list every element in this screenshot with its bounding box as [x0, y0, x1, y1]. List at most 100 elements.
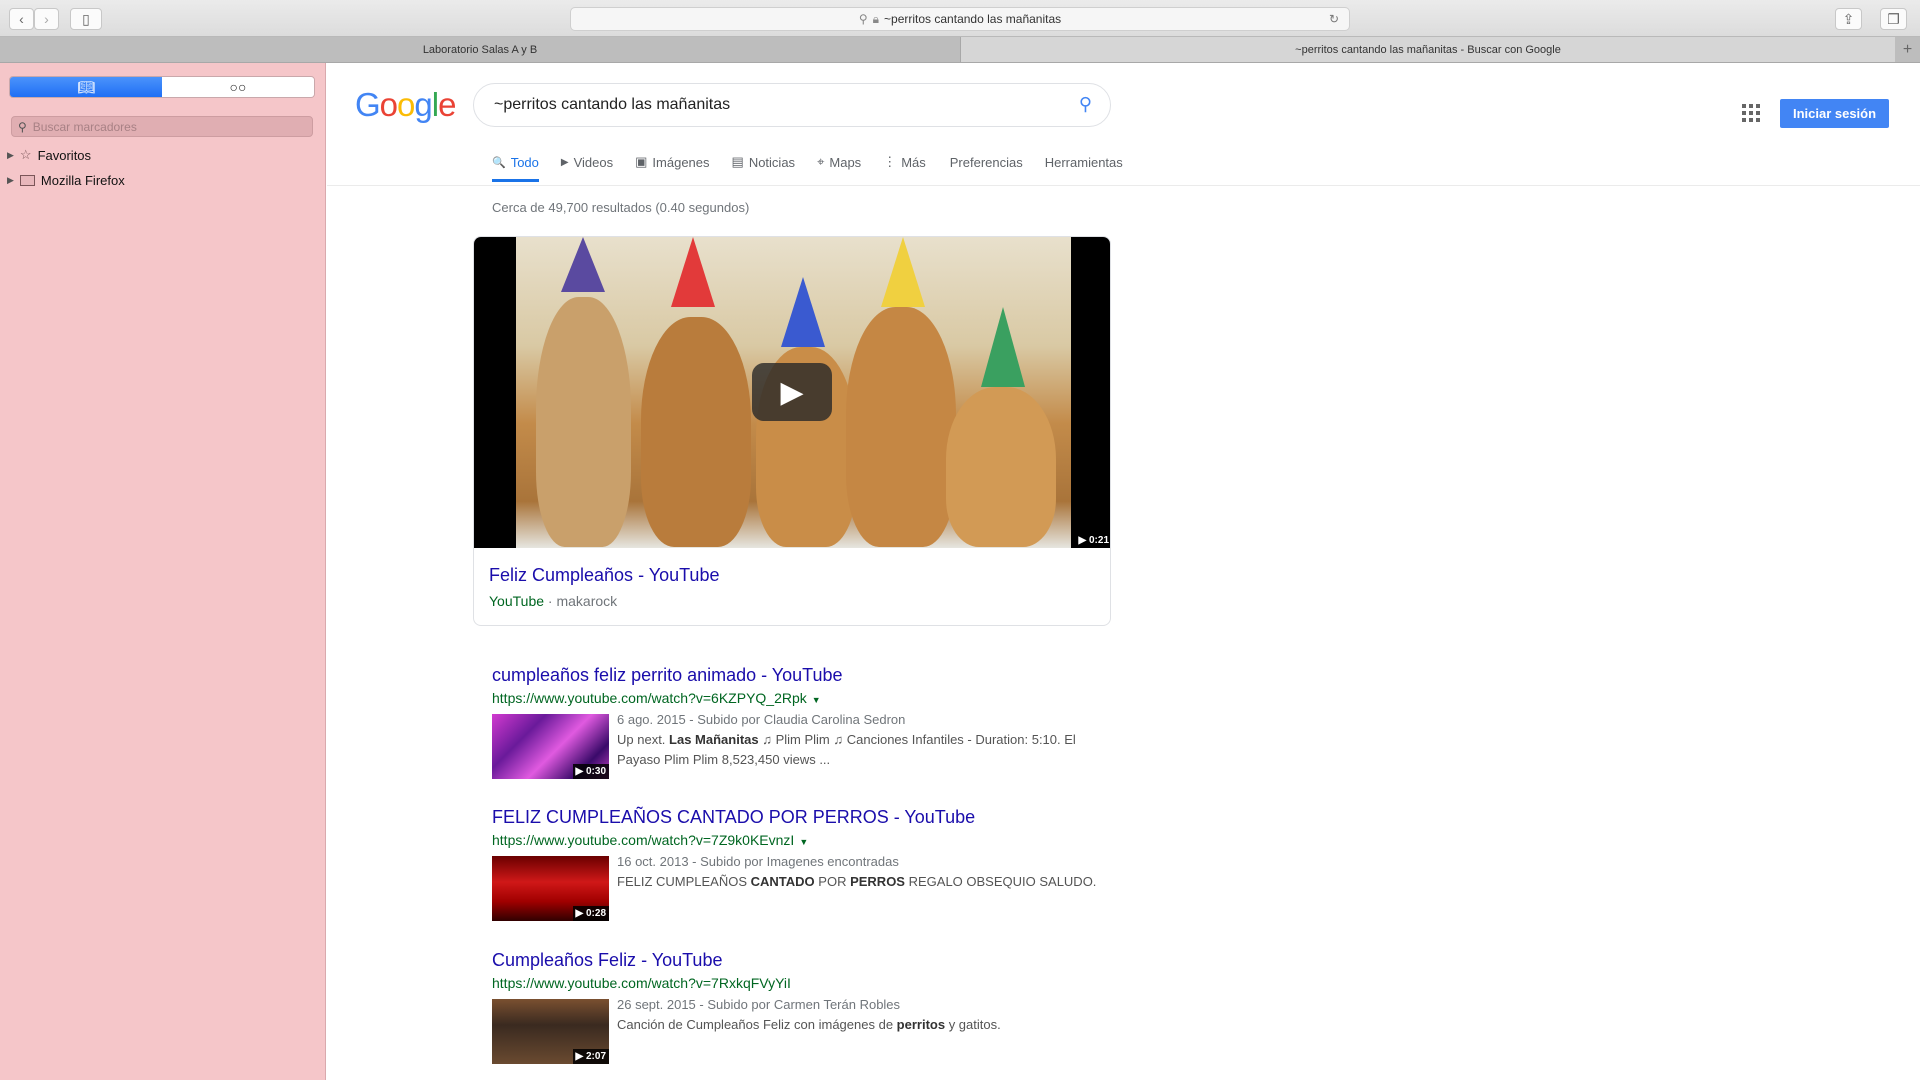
result-url: https://www.youtube.com/watch?v=7Z9k0KEv… — [492, 830, 1112, 852]
bookmarks-search-input[interactable]: ⚲ Buscar marcadores — [11, 116, 313, 137]
result-date: 26 sept. 2015 - Subido por Carmen Terán … — [617, 997, 901, 1012]
result-title[interactable]: Cumpleaños Feliz - YouTube — [492, 949, 1112, 971]
dropdown-caret-icon[interactable]: ▼ — [812, 695, 821, 705]
tab-label: Videos — [573, 154, 614, 170]
search-placeholder: Buscar marcadores — [32, 119, 137, 134]
tab-noticias[interactable]: ▤ Noticias — [732, 152, 796, 182]
search-icon: ⚲ — [858, 12, 868, 26]
divider — [327, 185, 1920, 186]
snippet-text: y gatitos. — [945, 1017, 1001, 1032]
disclosure-triangle-icon[interactable]: ▶ — [7, 175, 14, 186]
snippet-text: perritos — [896, 1017, 946, 1032]
snippet-text: REGALO OBSEQUIO SALUDO. — [904, 874, 1097, 889]
video-icon: ▶ — [560, 156, 569, 168]
sign-in-button[interactable]: Iniciar sesión — [1780, 99, 1889, 128]
result-title[interactable]: FELIZ CUMPLEAÑOS CANTADO POR PERROS - Yo… — [492, 806, 1112, 828]
tab-label: Herramientas — [1044, 154, 1123, 170]
reload-icon[interactable]: ↻ — [1329, 12, 1339, 26]
reading-list-tab-icon[interactable]: ○○ — [162, 77, 314, 97]
result-snippet: 6 ago. 2015 - Subido por Claudia Carolin… — [617, 710, 1112, 779]
video-card-title[interactable]: Feliz Cumpleaños - YouTube — [489, 565, 719, 586]
tab-label: Maps — [829, 154, 862, 170]
bookmark-folder-mozilla-firefox[interactable]: ▶ Mozilla Firefox — [7, 173, 125, 188]
snippet-text: Las Mañanitas — [669, 732, 759, 747]
tab-label: Imágenes — [652, 154, 710, 170]
video-duration: ▶ 0:30 — [572, 764, 609, 779]
address-bar[interactable]: ⚲ 🔒︎ ~perritos cantando las mañanitas ↻ — [570, 7, 1350, 31]
video-result-card[interactable]: ▶ ▶ 0:21 Feliz Cumpleaños - YouTube YouT… — [473, 236, 1111, 626]
tab-label: Más — [901, 154, 926, 170]
forward-button[interactable]: › — [34, 8, 59, 30]
snippet-text: FELIZ CUMPLEAÑOS — [617, 874, 751, 889]
url-text: https://www.youtube.com/watch?v=7Z9k0KEv… — [492, 832, 795, 848]
tab-label: ~perritos cantando las mañanitas - Busca… — [1295, 43, 1561, 56]
result-date: 16 oct. 2013 - Subido por Imagenes encon… — [617, 854, 899, 869]
result-url: https://www.youtube.com/watch?v=7RxkqFVy… — [492, 973, 1112, 995]
result-snippet: 16 oct. 2013 - Subido por Imagenes encon… — [617, 852, 1096, 921]
google-logo[interactable]: Google — [355, 86, 456, 124]
video-duration: ▶ 0:28 — [572, 906, 609, 921]
snippet-text: PERROS — [850, 874, 905, 889]
tab-bar: Laboratorio Salas A y B ~perritos cantan… — [0, 37, 1920, 63]
result-snippet: 26 sept. 2015 - Subido por Carmen Terán … — [617, 995, 1001, 1064]
search-icon: ⚲ — [18, 119, 27, 134]
url-text: https://www.youtube.com/watch?v=6KZPYQ_2… — [492, 690, 807, 706]
tab-herramientas[interactable]: Herramientas — [1045, 152, 1123, 182]
tab-maps[interactable]: ⌖ Maps — [817, 152, 861, 182]
bookmark-label: Favoritos — [37, 147, 92, 163]
snippet-text: POR — [814, 874, 851, 889]
video-duration: ▶ 2:07 — [572, 1049, 609, 1064]
search-tabs: 🔍 Todo ▶ Videos ▣ Imágenes ▤ Noticias ⌖ Maps … — [492, 152, 1145, 182]
dropdown-caret-icon[interactable]: ▼ — [799, 837, 808, 847]
browser-toolbar: ‹ › ▯ ⚲ 🔒︎ ~perritos cantando las mañani… — [0, 0, 1920, 37]
share-button[interactable]: ⇪ — [1835, 8, 1862, 30]
sidebar-toggle-button[interactable]: ▯ — [70, 8, 102, 30]
more-vert-icon: ⋮ — [883, 154, 897, 169]
lock-icon: 🔒︎ — [872, 11, 880, 26]
tab-laboratorio[interactable]: Laboratorio Salas A y B — [0, 37, 960, 62]
author-name: · makarock — [547, 593, 618, 609]
tab-label: Preferencias — [949, 154, 1023, 170]
result-title[interactable]: cumpleaños feliz perrito animado - YouTu… — [492, 664, 1112, 686]
tab-preferencias[interactable]: Preferencias — [950, 152, 1023, 182]
tab-label: Laboratorio Salas A y B — [422, 43, 538, 56]
folder-icon — [19, 175, 35, 186]
url-text: https://www.youtube.com/watch?v=7RxkqFVy… — [492, 975, 791, 991]
tab-mas[interactable]: ⋮ Más — [883, 152, 926, 182]
snippet-text: Up next. — [617, 732, 670, 747]
tab-label: Todo — [510, 154, 539, 170]
video-thumbnail[interactable]: ▶ 0:28 — [492, 856, 609, 921]
result-date: 6 ago. 2015 - Subido por Claudia Carolin… — [617, 712, 906, 727]
apps-grid-icon[interactable] — [1742, 104, 1760, 122]
disclosure-triangle-icon[interactable]: ▶ — [7, 150, 14, 161]
back-button[interactable]: ‹ — [9, 8, 34, 30]
play-icon[interactable]: ▶ — [752, 363, 832, 421]
search-query: ~perritos cantando las mañanitas — [494, 96, 731, 113]
bookmark-label: Mozilla Firefox — [40, 173, 125, 188]
bookmark-folder-favoritos[interactable]: ▶ ☆ Favoritos — [7, 147, 91, 163]
search-input[interactable]: ~perritos cantando las mañanitas ⚲ — [473, 83, 1111, 127]
search-result: cumpleaños feliz perrito animado - YouTu… — [492, 664, 1112, 779]
snippet-text: CANTADO — [750, 874, 815, 889]
tab-imagenes[interactable]: ▣ Imágenes — [635, 152, 709, 182]
address-text: ~perritos cantando las mañanitas — [884, 12, 1062, 26]
tabs-overview-button[interactable]: ❐ — [1880, 8, 1907, 30]
map-icon: ⌖ — [817, 154, 825, 169]
video-thumbnail[interactable]: ▶ ▶ 0:21 — [474, 237, 1110, 548]
image-icon: ▣ — [635, 154, 648, 169]
video-thumbnail[interactable]: ▶ 2:07 — [492, 999, 609, 1064]
bookmarks-sidebar: 📖︎ ○○ ⚲ Buscar marcadores ▶ ☆ Favoritos … — [0, 63, 326, 1080]
new-tab-button[interactable]: + — [1895, 37, 1920, 62]
search-icon[interactable]: ⚲ — [1079, 94, 1092, 115]
result-url: https://www.youtube.com/watch?v=6KZPYQ_2… — [492, 688, 1112, 710]
tab-todo[interactable]: 🔍 Todo — [492, 152, 539, 182]
tab-google-search[interactable]: ~perritos cantando las mañanitas - Busca… — [960, 37, 1895, 62]
video-thumbnail[interactable]: ▶ 0:30 — [492, 714, 609, 779]
video-duration: ▶ 0:21 — [1075, 533, 1110, 548]
bookmarks-tab-icon[interactable]: 📖︎ — [10, 77, 162, 97]
tab-videos[interactable]: ▶ Videos — [561, 152, 613, 182]
search-icon: 🔍 — [492, 156, 506, 169]
search-result: Cumpleaños Feliz - YouTube https://www.y… — [492, 949, 1112, 1064]
star-icon: ☆ — [19, 147, 32, 162]
news-icon: ▤ — [731, 154, 744, 169]
